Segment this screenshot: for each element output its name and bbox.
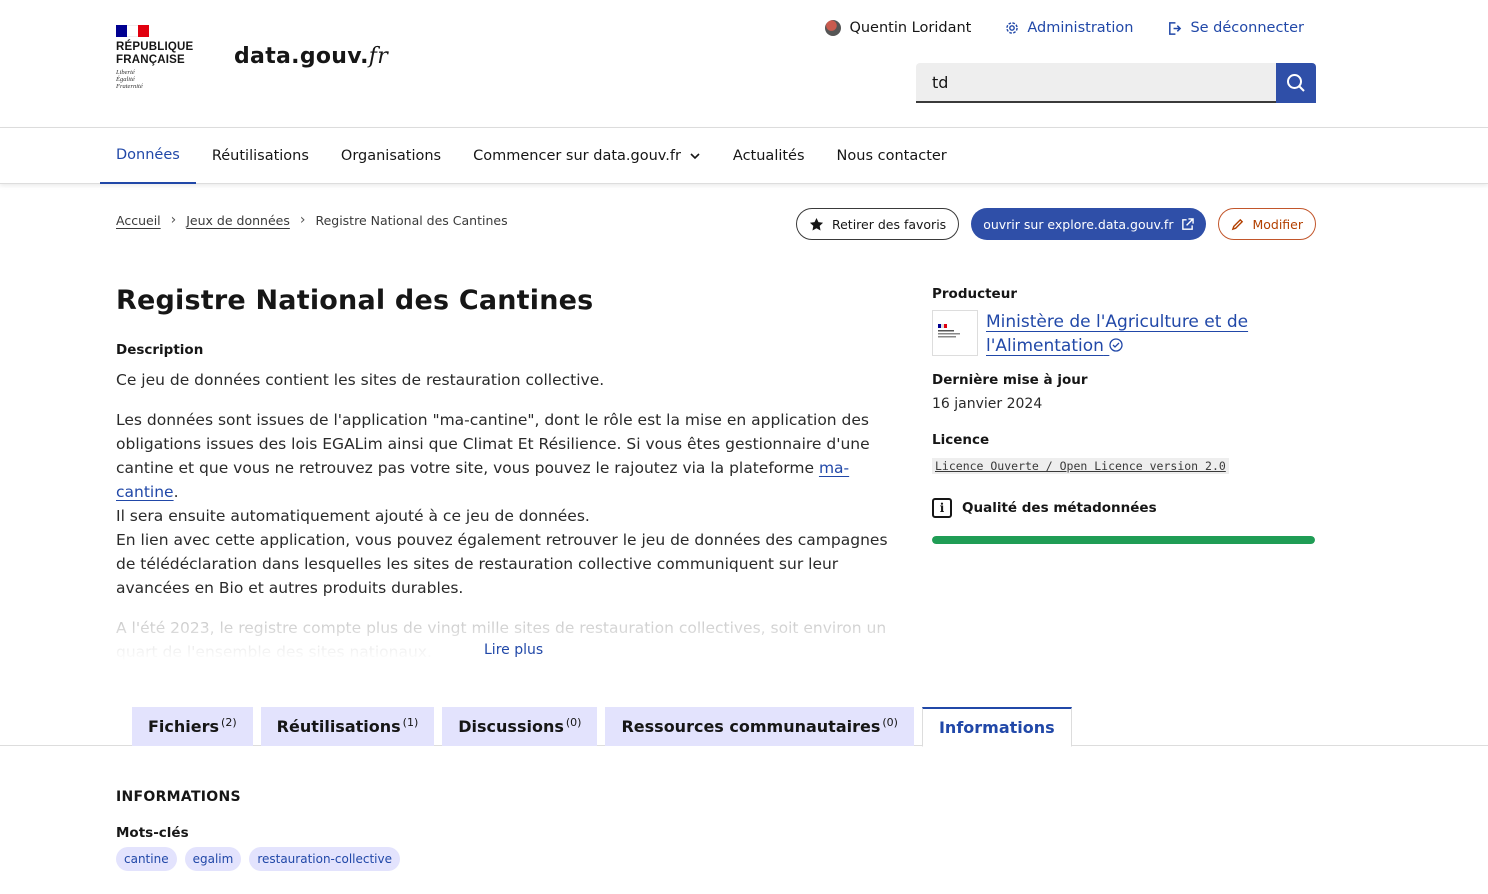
breadcrumb: Accueil › Jeux de données › Registre Nat… [116,212,508,228]
read-more-button[interactable]: Lire plus [484,642,543,658]
dataset-sidebar: Producteur Ministère de l'Agriculture et… [932,286,1316,544]
main-navigation: Données Réutilisations Organisations Com… [0,128,1488,184]
description-paragraph: Ce jeu de données contient les sites de … [116,371,605,389]
nav-item-reutilisations[interactable]: Réutilisations [196,128,325,184]
nav-item-donnees[interactable]: Données [100,128,196,184]
tab-discussions[interactable]: Discussions (0) [442,707,598,746]
tab-fichiers[interactable]: Fichiers (2) [132,707,253,746]
producer-label: Producteur [932,286,1017,302]
nav-item-actualites[interactable]: Actualités [717,128,821,184]
nav-item-organisations[interactable]: Organisations [325,128,457,184]
user-name: Quentin Loridant [849,20,972,36]
description-label: Description [116,342,204,358]
search-bar [916,63,1316,103]
license-link[interactable]: Licence Ouverte / Open Licence version 2… [932,458,1229,474]
informations-heading: INFORMATIONS [116,789,241,805]
star-icon [809,217,824,230]
breadcrumb-datasets[interactable]: Jeux de données [186,213,290,228]
info-icon: i [932,498,952,518]
administration-link[interactable]: Administration [1005,20,1133,36]
search-input[interactable] [916,63,1276,103]
tab-ressources-communautaires[interactable]: Ressources communautaires (0) [605,707,914,746]
french-flag-icon [116,25,149,37]
site-header: RÉPUBLIQUE FRANÇAISE Liberté Égalité Fra… [0,0,1488,128]
quality-progress-fill [932,536,1315,544]
nav-item-contact[interactable]: Nous contacter [821,128,963,184]
external-link-icon [1182,217,1195,230]
header-tools: Quentin Loridant Administration Se décon… [825,20,1304,36]
dataset-actions: Retirer des favoris ouvrir sur explore.d… [795,208,1316,240]
producer-logo [932,310,978,356]
edit-button[interactable]: Modifier [1218,208,1316,240]
search-icon [1287,74,1305,92]
metadata-quality[interactable]: i Qualité des métadonnées [932,498,1316,518]
last-update-label: Dernière mise à jour [932,372,1088,388]
logout-link[interactable]: Se déconnecter [1167,20,1304,36]
keyword-tag[interactable]: egalim [184,847,242,871]
nav-item-commencer[interactable]: Commencer sur data.gouv.fr [457,128,717,184]
dataset-description: Ce jeu de données contient les sites de … [116,368,906,676]
logout-icon [1169,21,1182,35]
producer-link[interactable]: Ministère de l'Agriculture et de l'Alime… [986,310,1316,358]
keyword-tag[interactable]: cantine [116,847,177,871]
avatar [825,20,842,36]
dataset-tabs: Fichiers (2) Réutilisations (1) Discussion… [132,707,1072,747]
keyword-tag[interactable]: restauration-collective [249,847,400,871]
breadcrumb-home[interactable]: Accueil [116,213,161,228]
search-button[interactable] [1276,63,1316,103]
chevron-right-icon: › [170,212,177,228]
republique-francaise-logo[interactable]: RÉPUBLIQUE FRANÇAISE Liberté Égalité Fra… [116,25,196,90]
quality-progress-bar [932,536,1315,544]
tab-informations[interactable]: Informations [921,707,1072,747]
page-title: Registre National des Cantines [116,285,594,316]
remove-favorite-button[interactable]: Retirer des favoris [795,208,960,240]
explore-button[interactable]: ouvrir sur explore.data.gouv.fr [971,208,1207,240]
tab-reutilisations[interactable]: Réutilisations (1) [260,707,435,746]
gear-icon [1006,22,1019,34]
keyword-tags: cantine egalim restauration-collective [116,847,400,871]
republic-name: RÉPUBLIQUE FRANÇAISE [116,41,194,66]
chevron-down-icon [690,153,700,160]
keywords-label: Mots-clés [116,825,189,841]
breadcrumb-current: Registre National des Cantines [315,212,508,228]
republic-motto: Liberté Égalité Fraternité [116,69,143,90]
last-update-value: 16 janvier 2024 [932,396,1043,412]
quality-label: Qualité des métadonnées [962,500,1157,516]
pencil-icon [1232,218,1244,230]
user-profile-link[interactable]: Quentin Loridant [825,20,971,36]
site-name-link[interactable]: data.gouv.fr [234,44,388,69]
description-paragraph: Les données sont issues de l'application… [116,411,888,597]
verified-icon [1109,338,1123,352]
license-label: Licence [932,432,990,448]
chevron-right-icon: › [299,212,306,228]
